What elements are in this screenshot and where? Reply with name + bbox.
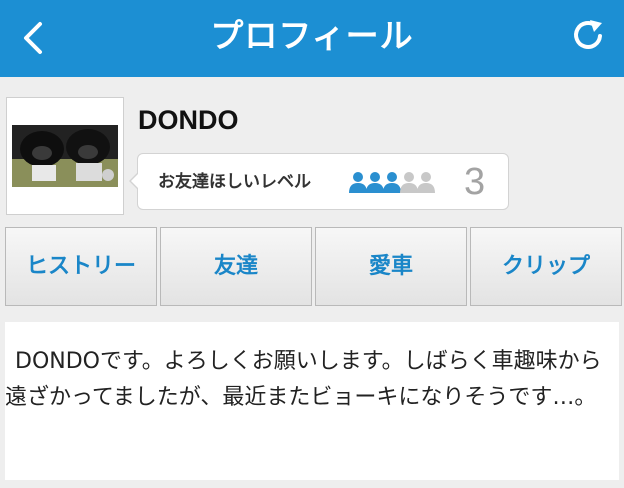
username: DONDO — [138, 105, 239, 135]
person-icon-filled — [383, 172, 401, 193]
person-icon-empty — [417, 172, 435, 193]
profile-tabs: ヒストリー 友達 愛車 クリップ — [5, 227, 622, 306]
bio-section: DONDOです。よろしくお願いします。しばらく車趣味から遠ざかってましたが、最近… — [5, 322, 619, 480]
page-title: プロフィール — [210, 16, 414, 55]
friend-level-label: お友達ほしいレベル — [158, 172, 311, 192]
person-icons — [349, 172, 435, 193]
friend-level-box: お友達ほしいレベル 3 — [129, 153, 509, 210]
friend-level-value: 3 — [464, 161, 486, 203]
person-icon-filled — [349, 172, 367, 193]
profile-section: DONDO お友達ほしいレベル 3 — [0, 77, 624, 227]
friend-level-indicator — [348, 171, 448, 193]
refresh-button[interactable] — [566, 14, 610, 58]
refresh-icon — [574, 20, 602, 49]
tab-cars[interactable]: 愛車 — [315, 227, 467, 306]
person-icon-empty — [400, 172, 418, 193]
tab-clips[interactable]: クリップ — [470, 227, 622, 306]
avatar[interactable] — [6, 97, 124, 215]
avatar-image — [12, 125, 118, 187]
app-header: プロフィール — [0, 0, 624, 77]
avatar-photo — [12, 125, 118, 187]
person-icon-filled — [366, 172, 384, 193]
tab-history[interactable]: ヒストリー — [5, 227, 157, 306]
tab-friends[interactable]: 友達 — [160, 227, 312, 306]
bio-text: DONDOです。よろしくお願いします。しばらく車趣味から遠ざかってましたが、最近… — [5, 349, 602, 410]
